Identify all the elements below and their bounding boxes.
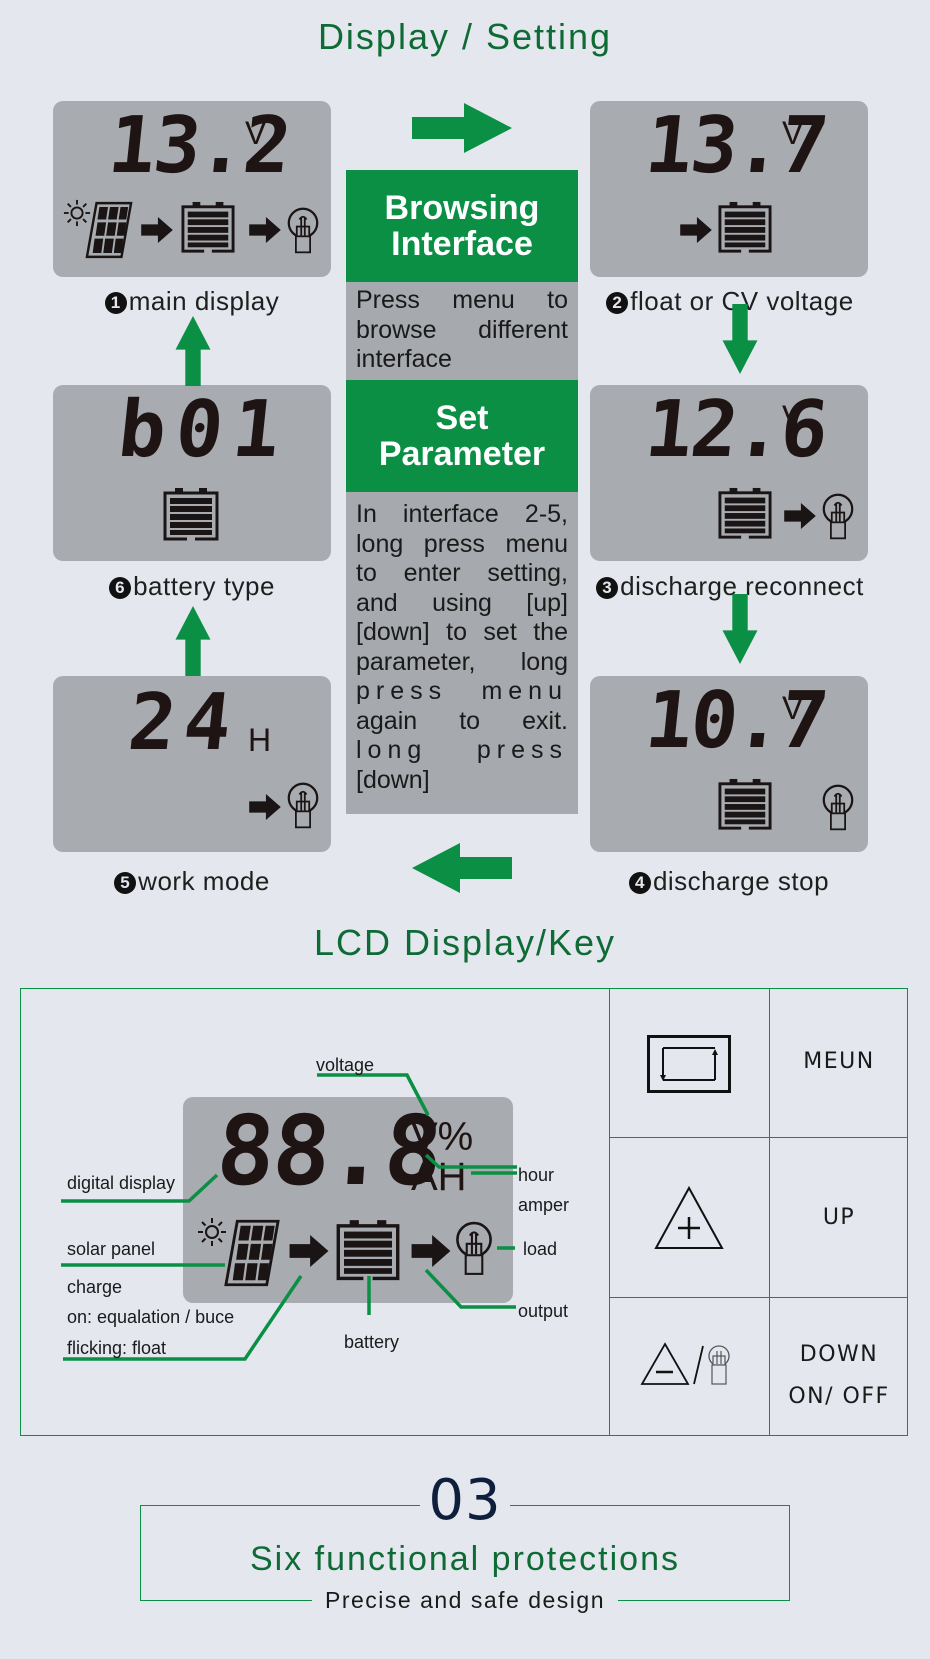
green-arrow-right-icon — [412, 103, 512, 153]
bulb-icon — [820, 784, 856, 832]
section-number: 03 — [428, 1468, 502, 1533]
lcd-screen-discharge-stop: 10.7 V — [590, 676, 868, 852]
arrow-right-icon — [784, 503, 816, 529]
step-badge: 6 — [109, 577, 132, 599]
annotation-solar-panel: solar panel — [67, 1239, 156, 1259]
lcd-screen-work-mode: 24 H — [53, 676, 331, 852]
lcd-unit: V — [782, 399, 804, 435]
step-badge: 4 — [628, 872, 651, 894]
section-title-display-setting: Display / Setting — [317, 16, 613, 57]
arrow-right-icon — [249, 217, 281, 243]
section-title-lcd-display-key: LCD Display/Key — [313, 922, 617, 963]
annotation-output: output — [518, 1301, 569, 1321]
lcd-unit: H — [248, 722, 272, 758]
up-key-label: UP — [822, 1205, 856, 1230]
up-key[interactable] — [610, 1138, 769, 1297]
green-arrow-down-icon — [722, 304, 758, 374]
browsing-interface-header: Browsing Interface — [346, 170, 578, 282]
arrow-right-icon — [680, 217, 712, 243]
set-parameter-header: Set Parameter — [346, 380, 578, 492]
annotation-voltage: voltage — [316, 1055, 375, 1075]
green-arrow-left-icon — [412, 843, 512, 893]
lcd-unit: V — [245, 115, 267, 151]
green-arrow-up-icon — [175, 606, 211, 676]
up-triangle-plus-icon — [654, 1185, 724, 1249]
browsing-interface-description: Press menu to browse different interface — [346, 282, 578, 380]
caption-discharge-stop: 4 discharge stop — [590, 866, 868, 897]
annotation-charge-on: on: equalation / buce — [67, 1307, 235, 1327]
annotation-battery: battery — [344, 1332, 400, 1352]
green-arrow-up-icon — [175, 316, 211, 386]
lcd-unit: V — [782, 690, 804, 726]
section-title-protections: Six functional protections — [250, 1540, 680, 1578]
annotation-charge: charge — [67, 1277, 123, 1297]
lcd-screen-discharge-reconnect: 12.6 V — [590, 385, 868, 561]
down-onoff-key[interactable] — [610, 1298, 769, 1436]
step-badge: 2 — [606, 292, 629, 314]
annotation-load: load — [523, 1239, 558, 1259]
lcd-key-panel: 88.8 V% AH voltage digital display hour … — [20, 988, 908, 1436]
section-subtitle: Precise and safe design — [325, 1587, 605, 1613]
lcd-value: b01 — [114, 385, 295, 475]
caption-battery-type: 6 battery type — [53, 571, 331, 602]
annotation-hour: hour — [518, 1165, 555, 1185]
green-arrow-down-icon — [722, 594, 758, 664]
set-parameter-description: In interface 2-5, long press menu to ent… — [346, 492, 578, 814]
lcd-value: 24 — [124, 678, 244, 768]
step-badge: 1 — [104, 292, 127, 314]
battery-icon — [718, 201, 772, 255]
annotation-digital-display: digital display — [67, 1173, 176, 1193]
bulb-icon — [285, 782, 321, 830]
caption-work-mode: 5 work mode — [53, 866, 331, 897]
menu-key-label: MEUN — [803, 1049, 875, 1074]
battery-icon — [181, 201, 235, 255]
lcd-screen-float-voltage: 13.7 V — [590, 101, 868, 277]
leader-amper — [424, 1153, 517, 1169]
down-triangle-minus-bulb-icon — [640, 1342, 730, 1385]
lcd-screen-main-display: 13.2 V — [53, 101, 331, 277]
menu-key[interactable] — [610, 989, 769, 1137]
annotation-amper: amper — [518, 1195, 570, 1215]
bulb-icon — [820, 493, 856, 541]
leader-voltage — [317, 1073, 430, 1116]
menu-cycle-icon — [647, 1035, 731, 1093]
arrow-right-icon — [249, 794, 281, 820]
leader-output — [424, 1268, 516, 1309]
battery-icon — [163, 487, 219, 543]
battery-icon — [718, 487, 772, 541]
caption-main-display: 1 main display — [53, 286, 331, 317]
step-badge: 5 — [114, 872, 137, 894]
battery-icon — [718, 778, 772, 832]
annotation-charge-flick: flicking: float — [67, 1338, 167, 1358]
lcd-unit: V — [782, 115, 804, 151]
arrow-right-icon — [141, 217, 173, 243]
solar-panel-icon — [85, 201, 133, 259]
lcd-screen-battery-type: b01 — [53, 385, 331, 561]
bulb-icon — [285, 207, 321, 255]
step-badge: 3 — [596, 577, 619, 599]
down-key-label: DOWN ON/ OFF — [788, 1342, 890, 1409]
